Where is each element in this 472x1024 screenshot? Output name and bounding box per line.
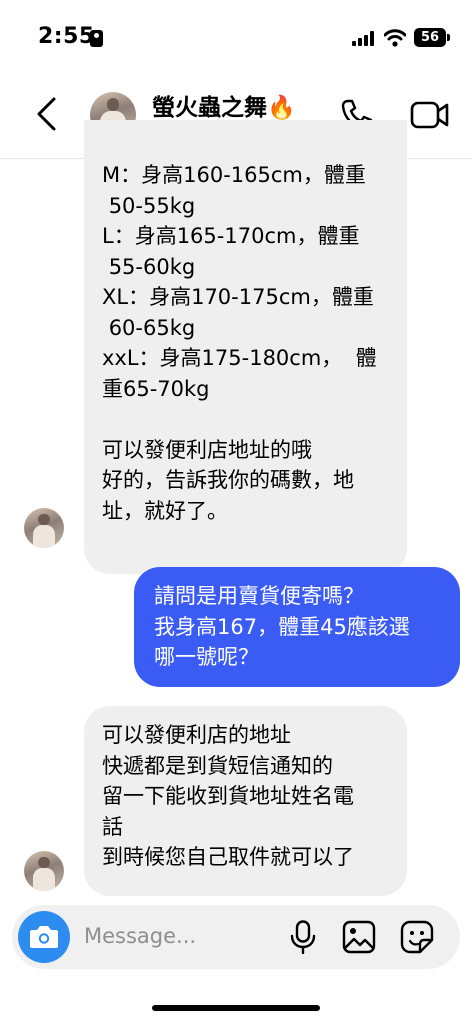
message-bubble-outgoing[interactable]: 請問是用賣貨便寄嗎？ 我身高167，體重45應該選 哪一號呢？ [134,567,460,687]
message-bubble-incoming[interactable]: M：身高160-165cm，體重 50-55kg L：身高165-170cm，體… [84,120,407,574]
back-icon[interactable] [34,96,62,132]
status-time: 2:55 [38,24,95,49]
gallery-icon[interactable] [342,920,376,954]
battery-indicator: 56 [414,28,446,47]
sender-avatar[interactable] [24,851,64,891]
cellular-signal-icon [352,31,378,46]
contact-card-icon [90,30,103,47]
sender-avatar[interactable] [24,508,64,548]
status-bar: 2:55 56 [0,0,472,70]
video-icon[interactable] [410,100,450,130]
microphone-icon[interactable] [288,920,318,954]
battery-cap [447,34,450,41]
message-bubble-incoming[interactable]: 可以發便利店的地址 快遞都是到貨短信通知的 留一下能收到貨地址姓名電 話 到時候… [84,706,407,896]
home-indicator[interactable] [152,1005,320,1011]
camera-button[interactable] [18,911,70,963]
contact-name[interactable]: 螢火蟲之舞🔥 [152,88,296,122]
wifi-icon [384,29,406,47]
message-composer: Message... [12,905,460,969]
message-input[interactable]: Message... [84,924,196,948]
sticker-icon[interactable] [400,920,434,954]
camera-icon [30,926,58,948]
